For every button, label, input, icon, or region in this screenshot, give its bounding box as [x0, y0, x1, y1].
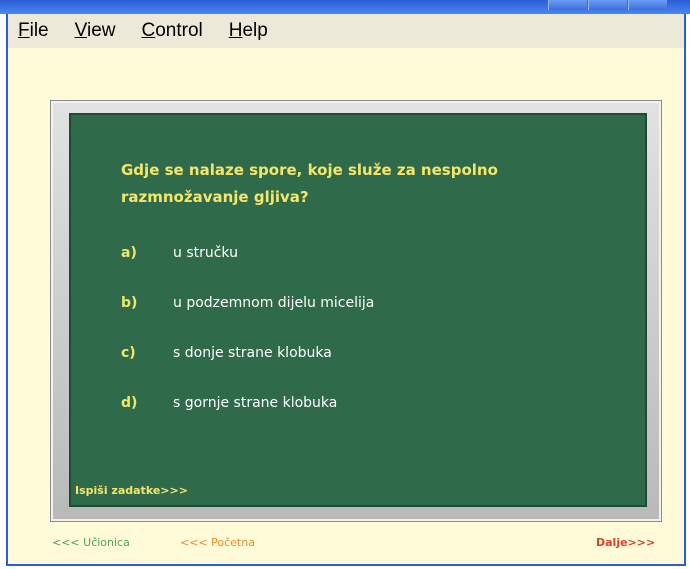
answer-text: u stručku [173, 245, 238, 261]
question-text: Gdje se nalaze spore, koje služe za nesp… [121, 157, 561, 211]
answer-option-b[interactable]: b) u podzemnom dijelu micelija [121, 291, 374, 315]
print-tasks-link[interactable]: Ispiši zadatke>>> [75, 484, 188, 497]
menu-view[interactable]: View [75, 20, 116, 42]
question-line-2: razmnožavanje gljiva? [121, 188, 309, 206]
answer-letter: b) [121, 295, 138, 311]
maximize-button[interactable] [588, 0, 627, 10]
next-link[interactable]: Dalje>>> [596, 536, 655, 549]
answer-text: s gornje strane klobuka [173, 395, 338, 411]
answer-letter: d) [121, 395, 138, 411]
quiz-stage: Gdje se nalaze spore, koje služe za nesp… [8, 48, 684, 564]
menu-file[interactable]: File [18, 20, 49, 42]
home-link[interactable]: <<< Početna [180, 536, 255, 549]
chalkboard: Gdje se nalaze spore, koje služe za nesp… [69, 113, 647, 507]
close-button[interactable] [628, 0, 667, 10]
chalkboard-frame: Gdje se nalaze spore, koje služe za nesp… [50, 100, 662, 522]
window-title-bar [0, 0, 690, 14]
classroom-link[interactable]: <<< Učionica [52, 536, 130, 549]
answer-letter: c) [121, 345, 136, 361]
minimize-button[interactable] [548, 0, 587, 10]
answer-letter: a) [121, 245, 137, 261]
menu-help[interactable]: Help [229, 20, 268, 42]
answer-option-c[interactable]: c) s donje strane klobuka [121, 341, 332, 365]
answer-text: s donje strane klobuka [173, 345, 332, 361]
question-line-1: Gdje se nalaze spore, koje služe za nesp… [121, 161, 498, 179]
answer-option-d[interactable]: d) s gornje strane klobuka [121, 391, 337, 415]
menu-control[interactable]: Control [141, 20, 202, 42]
answer-text: u podzemnom dijelu micelija [173, 295, 375, 311]
answer-option-a[interactable]: a) u stručku [121, 241, 238, 265]
menu-bar: File View Control Help [8, 14, 684, 48]
app-window: File View Control Help Gdje se nalaze sp… [6, 14, 686, 566]
